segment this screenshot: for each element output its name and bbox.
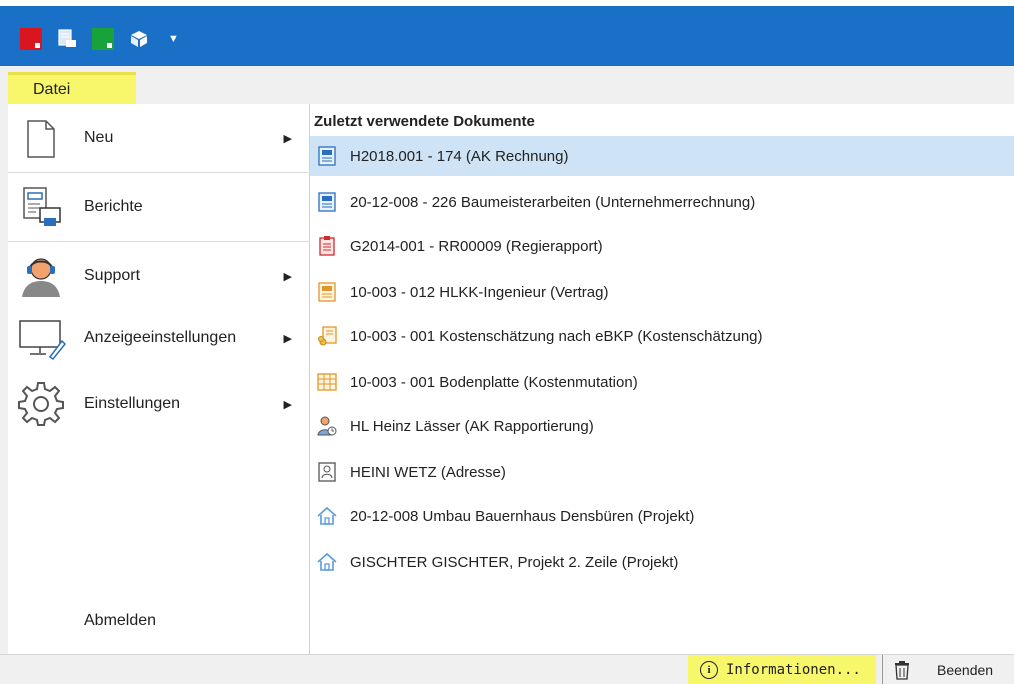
menu-item-support[interactable]: Support ▶ — [8, 242, 310, 310]
recent-document-label: HEINI WETZ (Adresse) — [350, 463, 506, 481]
recent-document-label: 20-12-008 Umbau Bauernhaus Densbüren (Pr… — [350, 507, 695, 525]
menu-item-anzeigeeinstellungen[interactable]: Anzeigeeinstellungen ▶ — [8, 304, 310, 372]
recent-document-label: H2018.001 - 174 (AK Rechnung) — [350, 147, 569, 165]
exit-button[interactable]: Beenden — [882, 655, 1014, 684]
recent-document-item[interactable]: 20-12-008 - 226 Baumeisterarbeiten (Unte… — [310, 182, 1014, 222]
recent-document-label: 10-003 - 001 Bodenplatte (Kostenmutation… — [350, 373, 638, 391]
recent-documents-title: Zuletzt verwendete Dokumente — [314, 113, 535, 130]
recent-document-label: HL Heinz Lässer (AK Rapportierung) — [350, 417, 594, 435]
menu-label: Berichte — [84, 198, 143, 215]
red-app-icon[interactable] — [20, 28, 42, 50]
recent-document-item[interactable]: 10-003 - 012 HLKK-Ingenieur (Vertrag) — [310, 272, 1014, 312]
mutation-icon — [316, 371, 338, 393]
tab-datei[interactable]: Datei — [8, 72, 136, 104]
recent-document-item[interactable]: HEINI WETZ (Adresse) — [310, 452, 1014, 492]
ribbon-tab-row: Datei — [0, 66, 1014, 104]
recent-document-item[interactable]: GISCHTER GISCHTER, Projekt 2. Zeile (Pro… — [310, 542, 1014, 582]
recent-document-item[interactable]: HL Heinz Lässer (AK Rapportierung) — [310, 406, 1014, 446]
menu-label: Anzeigeeinstellungen — [84, 329, 237, 346]
recent-document-item[interactable]: G2014-001 - RR00009 (Regierapport) — [310, 226, 1014, 266]
submenu-arrow-icon: ▶ — [283, 332, 292, 345]
invoice-icon — [316, 145, 338, 167]
contract-icon — [316, 281, 338, 303]
logout-button[interactable]: Abmelden — [84, 612, 156, 630]
exit-label: Beenden — [937, 662, 994, 678]
recent-document-item[interactable]: H2018.001 - 174 (AK Rechnung) — [310, 136, 1014, 176]
box-icon[interactable] — [128, 28, 150, 50]
address-icon — [316, 461, 338, 483]
recent-document-item[interactable]: 20-12-008 Umbau Bauernhaus Densbüren (Pr… — [310, 496, 1014, 536]
person-report-icon — [316, 415, 338, 437]
information-button[interactable]: i Informationen... — [688, 655, 876, 684]
recent-document-item[interactable]: 10-003 - 001 Bodenplatte (Kostenmutation… — [310, 362, 1014, 402]
submenu-arrow-icon: ▶ — [283, 132, 292, 145]
invoice-icon — [316, 191, 338, 213]
support-headset-icon — [16, 251, 66, 301]
submenu-arrow-icon: ▶ — [283, 270, 292, 283]
backstage-menu: Neu ▶ Berichte Support ▶ Anzeigeeinstell… — [8, 104, 310, 654]
status-bar: i Informationen... Beenden — [0, 654, 1014, 684]
report-icon — [316, 235, 338, 257]
estimate-icon — [316, 325, 338, 347]
recent-document-item[interactable]: 10-003 - 001 Kostenschätzung nach eBKP (… — [310, 316, 1014, 356]
recent-document-label: 10-003 - 001 Kostenschätzung nach eBKP (… — [350, 327, 763, 345]
info-icon: i — [700, 661, 718, 679]
new-document-icon — [16, 113, 66, 163]
menu-label: Support — [84, 267, 141, 284]
trash-icon — [895, 661, 909, 680]
green-app-icon[interactable] — [92, 28, 114, 50]
quick-access-toolbar: ▼ — [20, 28, 179, 50]
display-settings-icon — [16, 313, 67, 363]
document-print-icon[interactable] — [56, 28, 78, 50]
recent-document-label: G2014-001 - RR00009 (Regierapport) — [350, 237, 603, 255]
project-icon — [316, 505, 338, 527]
menu-item-neu[interactable]: Neu ▶ — [8, 104, 310, 172]
menu-item-einstellungen[interactable]: Einstellungen ▶ — [8, 370, 310, 438]
recent-documents-panel: Zuletzt verwendete Dokumente H2018.001 -… — [310, 104, 1014, 654]
report-printer-icon — [16, 182, 66, 232]
recent-document-label: 20-12-008 - 226 Baumeisterarbeiten (Unte… — [350, 193, 756, 211]
recent-document-label: GISCHTER GISCHTER, Projekt 2. Zeile (Pro… — [350, 553, 679, 571]
menu-label: Einstellungen — [84, 395, 181, 412]
title-bar: ▼ — [0, 0, 1014, 66]
gear-icon — [16, 379, 66, 429]
menu-label: Neu — [84, 129, 114, 146]
project-icon — [316, 551, 338, 573]
information-label: Informationen... — [726, 662, 861, 678]
recent-document-label: 10-003 - 012 HLKK-Ingenieur (Vertrag) — [350, 283, 609, 301]
submenu-arrow-icon: ▶ — [283, 398, 292, 411]
menu-item-berichte[interactable]: Berichte — [8, 173, 310, 241]
customize-toolbar-chevron-icon[interactable]: ▼ — [168, 33, 179, 45]
